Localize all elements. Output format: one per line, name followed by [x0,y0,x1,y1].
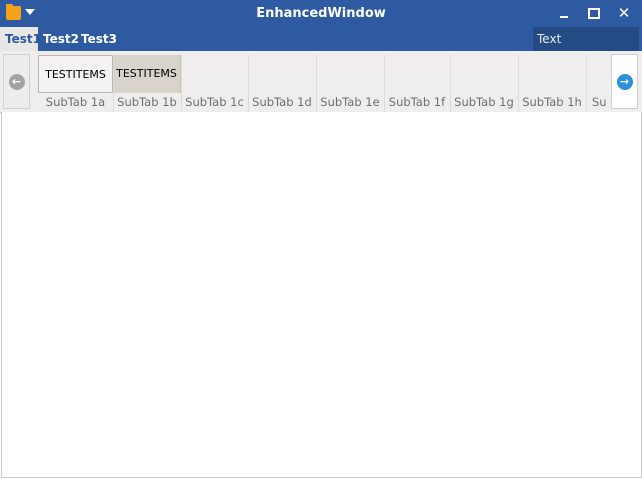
maximize-button[interactable] [582,0,606,27]
testitems-button-1[interactable]: TESTITEMS [38,55,113,93]
tab-test2[interactable]: Test2 [43,27,79,51]
tab-test3[interactable]: Test3 [81,27,117,51]
content-area [1,112,642,478]
sub-tab-strip: TESTITEMS TESTITEMS SubTab 1a SubTab 1b … [38,51,608,112]
subtab-1f[interactable]: SubTab 1f [384,93,450,112]
subtab-1h[interactable]: SubTab 1h [518,93,586,112]
subtab-partial[interactable]: Su [586,93,608,112]
close-button[interactable]: ✕ [612,0,636,27]
close-icon: ✕ [617,4,631,22]
subtab-1c[interactable]: SubTab 1c [181,93,248,112]
main-tab-bar: Test1 Test2 Test3 Text [0,27,642,51]
minimize-button[interactable] [552,0,576,27]
subtab-1e[interactable]: SubTab 1e [316,93,384,112]
subtab-1a[interactable]: SubTab 1a [38,93,113,112]
sub-tab-area: ← TESTITEMS TESTITEMS SubTab 1a SubTab 1… [0,51,642,113]
tab-test1[interactable]: Test1 [0,27,41,51]
scroll-right-button[interactable]: → [611,54,638,109]
subtab-1b[interactable]: SubTab 1b [113,93,181,112]
arrow-right-icon: → [616,73,633,90]
scroll-left-button[interactable]: ← [3,54,30,109]
title-bar: EnhancedWindow ✕ [0,0,642,27]
minimize-icon [560,15,568,18]
subtab-1d[interactable]: SubTab 1d [248,93,316,112]
text-input[interactable]: Text [533,27,639,51]
maximize-icon [588,8,600,19]
testitems-button-2[interactable]: TESTITEMS [113,55,181,93]
subtab-1g[interactable]: SubTab 1g [450,93,518,112]
window-title: EnhancedWindow [256,6,386,21]
arrow-left-icon: ← [8,73,25,90]
